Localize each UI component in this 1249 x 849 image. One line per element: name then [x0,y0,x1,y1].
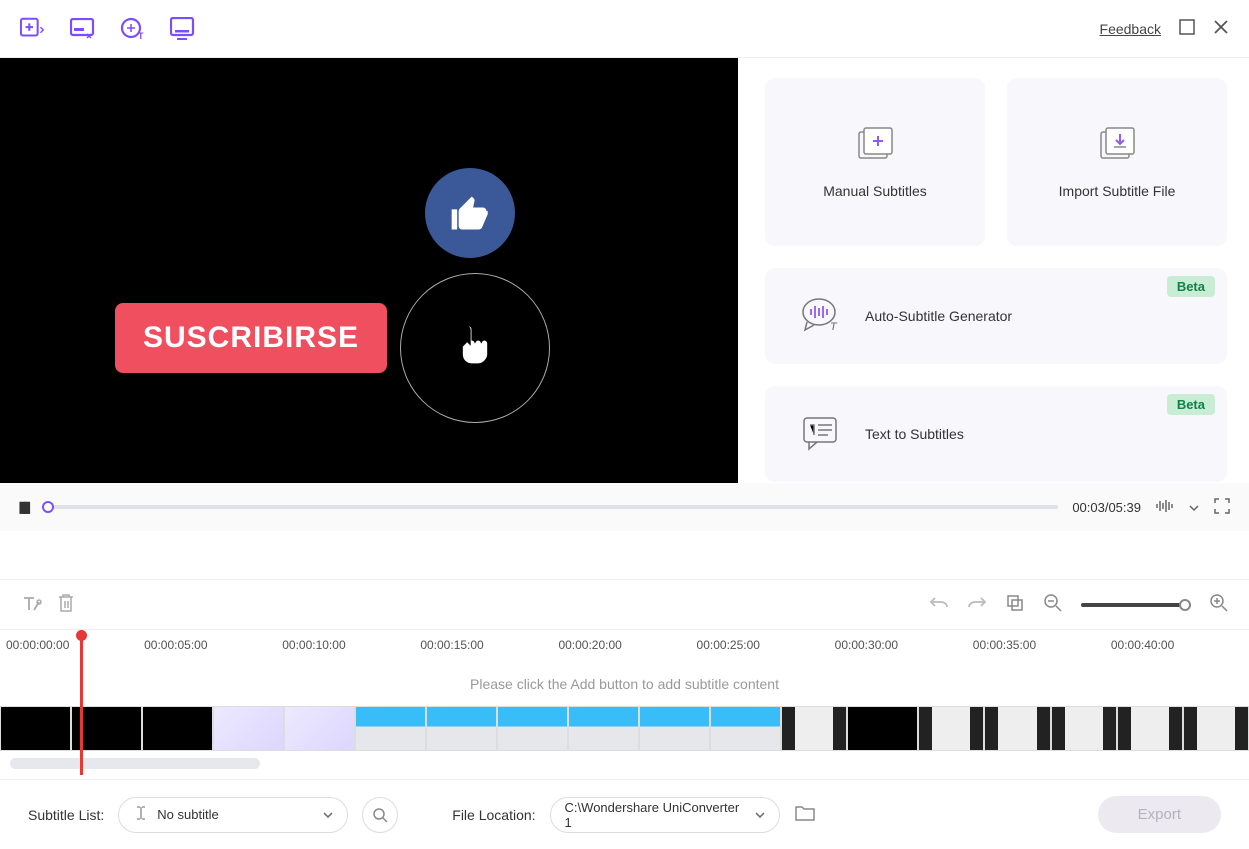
file-location-label: File Location: [452,807,535,823]
pause-button[interactable]: ▮▮ [18,497,28,517]
undo-icon[interactable] [929,594,949,615]
search-button[interactable] [362,797,398,833]
playhead[interactable] [80,630,83,775]
thumbnail [213,706,284,751]
maximize-icon[interactable] [1179,19,1195,38]
time-mark: 00:00:00:00 [6,638,144,652]
manual-subtitles-label: Manual Subtitles [823,183,927,199]
thumbnail [918,706,984,751]
time-mark: 00:00:20:00 [558,638,696,652]
speech-icon: T [801,296,841,337]
thumbnail [568,706,639,751]
feedback-link[interactable]: Feedback [1100,21,1161,37]
export-button[interactable]: Export [1098,796,1221,833]
video-preview[interactable]: SUSCRIBIRSE [0,58,738,483]
timeline-toolbar [0,579,1249,629]
title-bar: T Feedback [0,0,1249,58]
text-to-subtitles-button[interactable]: Beta Text to Subtitles [765,386,1227,482]
time-mark: 00:00:35:00 [973,638,1111,652]
waveform-icon[interactable] [1155,498,1175,517]
time-mark: 00:00:25:00 [697,638,835,652]
file-location-dropdown[interactable]: C:\Wondershare UniConverter 1 [550,797,780,833]
thumbnail [426,706,497,751]
thumbnail [781,706,847,751]
time-mark: 00:00:10:00 [282,638,420,652]
delete-icon[interactable] [56,592,76,617]
manual-subtitles-button[interactable]: Manual Subtitles [765,78,985,246]
thumbnail [355,706,426,751]
text-to-subtitles-label: Text to Subtitles [865,426,964,442]
timeline-hint: Please click the Add button to add subti… [0,652,1249,706]
zoom-in-icon[interactable] [1209,593,1229,616]
chevron-down-icon [323,807,333,822]
time-display: 00:03/05:39 [1072,500,1141,515]
text-cursor-icon [133,805,149,824]
thumbnail [0,706,71,751]
video-track[interactable] [0,706,1249,751]
redo-icon[interactable] [967,594,987,615]
thumbnail [1117,706,1183,751]
like-icon [425,168,515,258]
crop-icon[interactable] [1005,593,1025,616]
cursor-icon [400,273,550,423]
zoom-out-icon[interactable] [1043,593,1063,616]
thumbnail [1051,706,1117,751]
thumbnail [1183,706,1249,751]
thumbnail [284,706,355,751]
subscribe-overlay: SUSCRIBIRSE [115,303,387,373]
beta-badge: Beta [1167,276,1215,297]
thumbnail [142,706,213,751]
footer: Subtitle List: No subtitle File Location… [0,779,1249,849]
time-mark: 00:00:15:00 [420,638,558,652]
import-subtitle-button[interactable]: Import Subtitle File [1007,78,1227,246]
player-controls: ▮▮ 00:03/05:39 [0,483,1249,531]
import-file-icon [1095,125,1139,165]
time-ruler: 00:00:00:00 00:00:05:00 00:00:10:00 00:0… [0,630,1249,652]
chevron-down-icon [755,807,765,822]
subtitle-list-label: Subtitle List: [28,807,104,823]
time-mark: 00:00:40:00 [1111,638,1249,652]
thumbnail [847,706,918,751]
auto-generate-icon[interactable]: T [120,16,146,42]
time-mark: 00:00:30:00 [835,638,973,652]
thumbnail [497,706,568,751]
fullscreen-icon[interactable] [1213,497,1231,518]
auto-subtitle-label: Auto-Subtitle Generator [865,308,1012,324]
thumbnail [710,706,781,751]
beta-badge: Beta [1167,394,1215,415]
add-file-icon[interactable] [20,16,46,42]
progress-bar[interactable] [42,505,1059,509]
svg-text:T: T [830,321,838,333]
chevron-down-icon[interactable] [1189,500,1199,515]
import-subtitle-label: Import Subtitle File [1059,183,1176,199]
text-subtitle-icon[interactable] [170,16,196,42]
plus-document-icon [853,125,897,165]
close-icon[interactable] [1213,19,1229,38]
time-mark: 00:00:05:00 [144,638,282,652]
timeline[interactable]: 00:00:00:00 00:00:05:00 00:00:10:00 00:0… [0,629,1249,779]
subtitle-list-dropdown[interactable]: No subtitle [118,797,348,833]
text-bubble-icon [801,415,841,454]
timeline-scrollbar[interactable] [10,758,260,769]
thumbnail [984,706,1050,751]
svg-text:T: T [138,31,144,41]
thumbnail [639,706,710,751]
auto-subtitle-button[interactable]: Beta T Auto-Subtitle Generator [765,268,1227,364]
zoom-slider[interactable] [1081,603,1191,607]
open-folder-icon[interactable] [794,804,816,825]
add-subtitle-icon[interactable] [70,16,96,42]
file-location-value: C:\Wondershare UniConverter 1 [565,800,747,830]
subtitle-value: No subtitle [157,807,218,822]
text-style-icon[interactable] [20,592,42,617]
